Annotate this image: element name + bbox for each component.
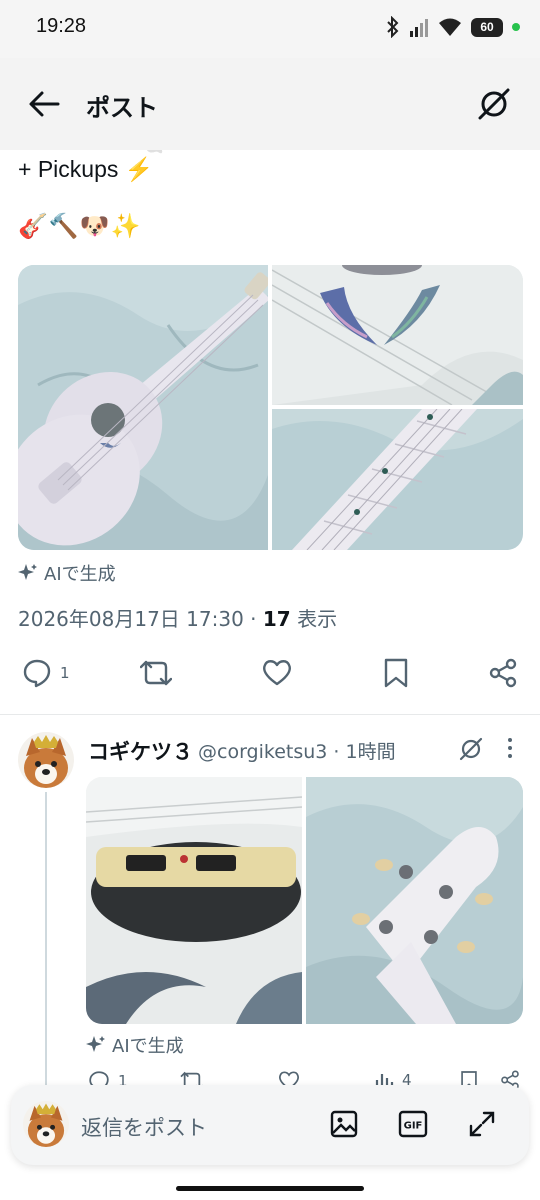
wifi-icon bbox=[439, 18, 461, 36]
battery-icon: 60 bbox=[471, 17, 503, 37]
share-button[interactable] bbox=[488, 658, 518, 688]
bookmark-button[interactable] bbox=[383, 658, 409, 688]
green-dot-indicator bbox=[512, 23, 520, 31]
ai-generated-label: AIで生成 bbox=[18, 560, 116, 586]
like-button[interactable] bbox=[262, 658, 292, 686]
reply-icon bbox=[23, 659, 51, 688]
sparkle-icon bbox=[86, 1036, 105, 1052]
status-icons: 60 bbox=[386, 16, 520, 38]
expand-icon[interactable] bbox=[467, 1109, 497, 1139]
reply-media-grid bbox=[86, 777, 523, 1024]
reply-handle-time: @corgiketsu3 · 1時間 bbox=[198, 741, 396, 763]
reply-ai-generated-label: AIで生成 bbox=[86, 1032, 184, 1058]
media-image-pickup[interactable] bbox=[86, 777, 302, 1024]
home-indicator bbox=[176, 1186, 364, 1191]
gif-icon[interactable]: GIF bbox=[398, 1109, 428, 1139]
grok-icon[interactable] bbox=[476, 86, 512, 122]
compose-input[interactable]: 返信をポスト bbox=[81, 1112, 207, 1142]
compose-avatar bbox=[23, 1101, 69, 1147]
repost-button[interactable] bbox=[140, 658, 172, 688]
thread-line bbox=[45, 792, 47, 1092]
views-label: 表示 bbox=[297, 607, 338, 631]
sparkle-icon bbox=[18, 564, 37, 580]
media-image-headstock[interactable] bbox=[306, 777, 523, 1024]
status-bar: 19:28 60 bbox=[0, 0, 540, 58]
views-count: 17 bbox=[262, 607, 291, 631]
arrow-left-icon[interactable] bbox=[26, 88, 62, 120]
header-bar: ポスト bbox=[0, 58, 540, 150]
svg-text:GIF: GIF bbox=[404, 1121, 423, 1132]
reply-count: 1 bbox=[60, 664, 70, 682]
post-emoji-line: 🎸🔨🐶✨ bbox=[18, 212, 142, 240]
post-text: + Pickups ⚡ bbox=[18, 156, 154, 182]
reply-avatar[interactable] bbox=[18, 732, 74, 788]
reply-compose-bar[interactable]: 返信をポスト GIF bbox=[11, 1085, 529, 1165]
post-media-grid bbox=[18, 265, 523, 550]
status-time: 19:28 bbox=[36, 15, 87, 37]
media-image-fretboard[interactable] bbox=[272, 409, 523, 550]
bookmark-icon bbox=[384, 658, 408, 688]
post-timestamp: 2026年08月17日 17:30 · 17 表示 bbox=[18, 603, 337, 632]
share-icon bbox=[489, 658, 517, 688]
bluetooth-icon bbox=[387, 16, 399, 38]
timestamp-separator: · bbox=[243, 607, 263, 631]
grok-icon[interactable] bbox=[458, 736, 484, 762]
more-icon[interactable] bbox=[504, 736, 516, 760]
media-image-shell-inlay[interactable] bbox=[272, 265, 523, 405]
reply-display-name[interactable]: コギケツ３ bbox=[88, 736, 193, 766]
image-icon[interactable] bbox=[329, 1109, 359, 1139]
ai-generated-text: AIで生成 bbox=[44, 564, 116, 585]
heart-icon bbox=[263, 660, 291, 686]
post-actions-bar: 1 bbox=[0, 650, 540, 698]
reply-button[interactable]: 1 bbox=[22, 658, 70, 688]
repost-icon bbox=[140, 660, 172, 686]
page-title: ポスト bbox=[86, 94, 158, 122]
divider bbox=[0, 714, 540, 715]
media-image-ukulele-body[interactable] bbox=[18, 265, 268, 550]
timestamp-text: 2026年08月17日 17:30 bbox=[18, 607, 244, 631]
reply-ai-generated-text: AIで生成 bbox=[112, 1036, 184, 1057]
signal-icon bbox=[410, 19, 428, 37]
